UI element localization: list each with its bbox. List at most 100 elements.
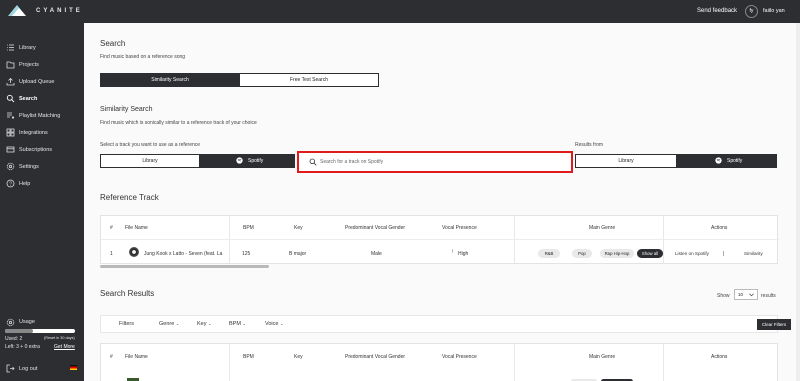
column-header-main-genre[interactable]: Main Genre	[589, 225, 615, 231]
upload-icon	[6, 77, 15, 86]
spotify-search-field[interactable]	[297, 151, 573, 173]
usage-progress-bar	[5, 329, 75, 333]
results-spotify-button[interactable]: Spotify	[676, 154, 777, 168]
usage-progress-fill	[5, 329, 33, 333]
sidebar-item-label: Projects	[19, 62, 39, 68]
results-library-button[interactable]: Library	[575, 154, 677, 168]
logout-button[interactable]: Log out	[0, 362, 84, 374]
tab-free-text-search[interactable]: Free Text Search	[239, 73, 379, 87]
listen-on-spotify-button[interactable]: Listen on Spotify	[675, 251, 709, 256]
sidebar-item-upload-queue[interactable]: Upload Queue	[0, 75, 84, 89]
spotify-search-input[interactable]	[320, 157, 560, 167]
vertical-scrollbar[interactable]	[796, 23, 800, 381]
sidebar-item-settings[interactable]: Settings	[0, 160, 84, 174]
main-content: Search Find music based on a reference s…	[84, 23, 800, 381]
sidebar-item-label: Upload Queue	[19, 79, 55, 85]
sidebar-item-playlist-matching[interactable]: Playlist Matching	[0, 109, 84, 123]
german-flag-icon[interactable]	[70, 365, 77, 370]
filter-voice-dropdown[interactable]: Voice ⌄	[265, 321, 283, 327]
chevron-down-icon	[749, 293, 754, 297]
clear-filters-button[interactable]: Clear Filters	[757, 319, 791, 330]
sidebar-item-help[interactable]: ? Help	[0, 177, 84, 191]
folder-icon	[6, 61, 15, 69]
chevron-down-icon: ⌄	[280, 321, 284, 326]
results-spotify-label: Spotify	[727, 158, 743, 164]
sidebar-item-label: Library	[19, 45, 36, 51]
reference-table: # File Name BPM Key Predominant Vocal Ge…	[100, 215, 779, 264]
page-size-select[interactable]: 10	[734, 289, 758, 300]
usage-left: Left: 3 + 0 extra	[5, 344, 40, 350]
column-header-bpm[interactable]: BPM	[243, 225, 254, 231]
column-header-key[interactable]: Key	[294, 225, 303, 231]
top-bar: CYANITE Send feedback fy faiilo yan	[0, 0, 800, 23]
filter-genre-label: Genre	[159, 321, 175, 327]
usage-title: Usage	[19, 319, 35, 325]
brand-name: CYANITE	[36, 8, 83, 14]
column-header-number: #	[110, 354, 113, 360]
page-title: Search	[100, 39, 126, 48]
genre-tag[interactable]: Pop	[572, 249, 592, 258]
horizontal-scrollbar[interactable]	[100, 265, 269, 268]
column-header-vocal-gender[interactable]: Predominant Vocal Gender	[345, 354, 405, 360]
cyanite-logo-icon[interactable]	[8, 4, 26, 18]
genre-tag[interactable]: R&B	[538, 249, 560, 258]
column-header-key[interactable]: Key	[294, 354, 303, 360]
track-vocal-presence: High	[458, 251, 469, 257]
column-header-main-genre[interactable]: Main Genre	[589, 354, 615, 360]
sidebar-item-integrations[interactable]: Integrations	[0, 126, 84, 140]
filters-label: Filters	[119, 321, 134, 327]
column-divider	[514, 216, 515, 264]
source-spotify-button[interactable]: Spotify	[199, 154, 295, 168]
column-header-number: #	[110, 225, 113, 231]
column-divider	[663, 216, 664, 264]
usage-reset: (Reset in 30 days)	[44, 336, 75, 340]
track-bpm: 125	[242, 251, 251, 257]
column-header-vocal-presence[interactable]: Vocal Presence	[442, 354, 477, 360]
help-icon: ?	[6, 179, 15, 188]
sidebar-item-label: Help	[19, 181, 31, 187]
chevron-down-icon: ⌄	[175, 321, 180, 326]
svg-text:?: ?	[9, 181, 12, 187]
filter-voice-label: Voice	[265, 321, 279, 327]
page-subtitle: Find music based on a reference song	[100, 54, 186, 60]
show-all-genres-button[interactable]: Show all	[637, 249, 663, 258]
similarity-button[interactable]: Similarity	[744, 251, 763, 256]
sidebar-item-label: Search	[19, 96, 38, 102]
arrow-up-icon: ↑	[451, 249, 454, 255]
filter-genre-dropdown[interactable]: Genre ⌄	[159, 321, 179, 327]
column-header-actions: Actions	[711, 225, 728, 231]
grid-icon	[6, 128, 15, 137]
column-header-vocal-gender[interactable]: Predominant Vocal Gender	[345, 225, 405, 231]
sidebar-item-label: Settings	[19, 164, 39, 170]
column-header-file-name[interactable]: File Name	[125, 354, 148, 360]
usage-gear-icon	[6, 318, 15, 327]
user-name[interactable]: faiilo yan	[763, 8, 785, 14]
column-header-file-name[interactable]: File Name	[125, 225, 148, 231]
column-divider	[663, 344, 664, 381]
send-feedback-link[interactable]: Send feedback	[697, 8, 737, 14]
source-library-button[interactable]: Library	[100, 154, 200, 168]
row-number: 1	[110, 251, 113, 257]
genre-tag[interactable]: Rap Hip-Hop	[600, 249, 634, 258]
results-from-label: Results from	[575, 142, 604, 148]
filter-key-label: Key	[197, 321, 207, 327]
action-separator: |	[723, 251, 725, 257]
page-size-value: 10	[738, 292, 744, 297]
sidebar-item-library[interactable]: Library	[0, 41, 84, 55]
get-more-link[interactable]: Get More	[54, 344, 75, 350]
similarity-subtitle: Find music which is sonically similar to…	[100, 120, 257, 126]
tab-similarity-search[interactable]: Similarity Search	[100, 73, 240, 87]
logout-icon	[6, 364, 15, 373]
filter-bar: Filters Genre ⌄ Key ⌄ BPM ⌄ Voice ⌄ Clea…	[100, 315, 791, 333]
column-header-vocal-presence[interactable]: Vocal Presence	[442, 225, 477, 231]
filter-bpm-dropdown[interactable]: BPM ⌄	[229, 321, 246, 327]
playlist-icon	[7, 112, 15, 119]
usage-used: Used: 2	[5, 336, 23, 342]
filter-key-dropdown[interactable]: Key ⌄	[197, 321, 211, 327]
logout-label: Log out	[19, 366, 38, 372]
column-header-bpm[interactable]: BPM	[243, 354, 254, 360]
sidebar-item-subscriptions[interactable]: Subscriptions	[0, 143, 84, 157]
sidebar-item-search[interactable]: Search	[0, 92, 84, 106]
sidebar-item-projects[interactable]: Projects	[0, 58, 84, 72]
avatar[interactable]: fy	[745, 5, 758, 18]
